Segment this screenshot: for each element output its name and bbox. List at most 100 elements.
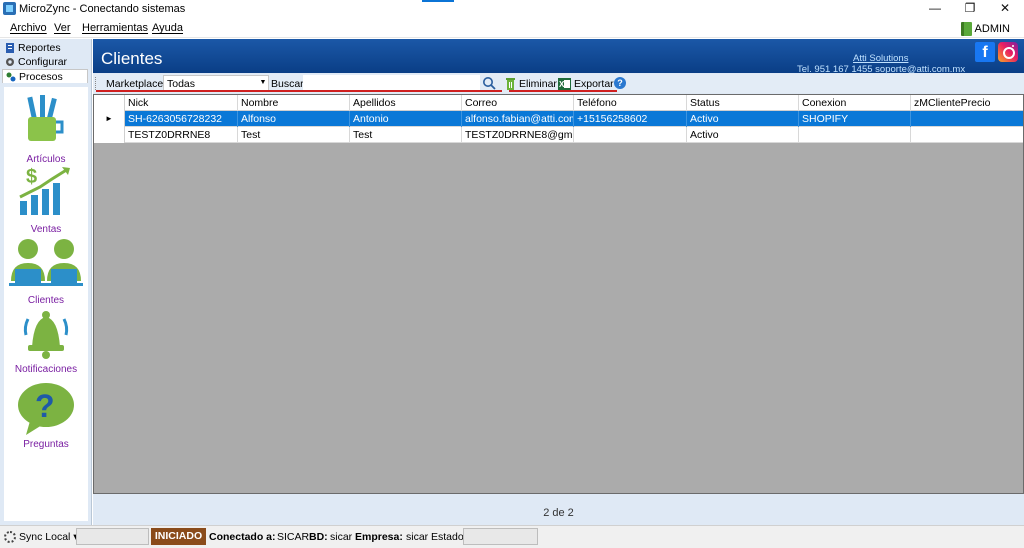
row-selector[interactable]	[94, 127, 125, 143]
column-header-apellidos[interactable]: Apellidos	[350, 95, 462, 111]
tab-reportes[interactable]: Reportes	[2, 41, 88, 55]
cell-nick[interactable]: TESTZ0DRRNE8	[125, 127, 238, 143]
sidebar-tabs: Reportes Configurar Procesos	[2, 41, 88, 83]
cell-telefono[interactable]: +15156258602	[574, 111, 687, 127]
page-title: Clientes	[101, 49, 163, 68]
user-book-icon	[960, 21, 972, 36]
grid-header: Nick Nombre Apellidos Correo Teléfono St…	[94, 95, 1023, 111]
user-menu[interactable]: ADMIN	[960, 20, 1010, 37]
cell-conexion[interactable]	[799, 127, 911, 143]
sidebar: Reportes Configurar Procesos Artículos $…	[0, 39, 92, 525]
clients-grid[interactable]: Nick Nombre Apellidos Correo Teléfono St…	[93, 94, 1024, 494]
sync-progress-box	[76, 528, 149, 545]
gear-icon	[6, 58, 14, 66]
cell-zmclienteprecio[interactable]	[911, 127, 1023, 143]
svg-text:?: ?	[35, 388, 55, 424]
sidebar-item-label: Preguntas	[23, 439, 69, 450]
svg-text:X: X	[559, 80, 565, 89]
sync-spinner-icon	[4, 531, 16, 543]
company-link[interactable]: Atti Solutions	[853, 53, 908, 64]
delete-label: Eliminar	[519, 77, 557, 90]
marketplace-value: Todas	[167, 78, 196, 90]
sidebar-item-preguntas[interactable]: ? Preguntas	[4, 379, 88, 451]
cell-conexion[interactable]: SHOPIFY	[799, 111, 911, 127]
minimize-button[interactable]: —	[918, 0, 952, 18]
cell-nombre[interactable]: Alfonso	[238, 111, 350, 127]
cell-apellidos[interactable]: Test	[350, 127, 462, 143]
table-row[interactable]: TESTZ0DRRNE8 Test Test TESTZ0DRRNE8@gma.…	[94, 127, 1023, 143]
menu-ayuda[interactable]: Ayuda	[152, 22, 183, 34]
menu-ver[interactable]: Ver	[54, 22, 71, 34]
app-icon	[3, 2, 16, 15]
search-input[interactable]	[303, 75, 480, 91]
facebook-icon[interactable]: f	[975, 42, 995, 62]
column-header-nombre[interactable]: Nombre	[238, 95, 350, 111]
column-header-status[interactable]: Status	[687, 95, 799, 111]
sidebar-item-label: Notificaciones	[14, 364, 78, 375]
tab-procesos-label: Procesos	[19, 70, 63, 83]
cell-nombre[interactable]: Test	[238, 127, 350, 143]
column-header-zmclienteprecio[interactable]: zMClientePrecio	[911, 95, 1023, 111]
menu-archivo[interactable]: Archivo	[10, 22, 47, 34]
company-label: Empresa:	[355, 531, 403, 543]
export-label: Exportar	[574, 77, 614, 90]
cell-correo[interactable]: alfonso.fabian@atti.com...	[462, 111, 574, 127]
cell-nick[interactable]: SH-6263056728232	[125, 111, 238, 127]
cell-correo[interactable]: TESTZ0DRRNE8@gma...	[462, 127, 574, 143]
taskbar-hint	[422, 0, 454, 2]
bell-icon	[23, 311, 69, 359]
column-header-correo[interactable]: Correo	[462, 95, 574, 111]
sales-chart-icon: $	[19, 166, 70, 215]
column-header-telefono[interactable]: Teléfono	[574, 95, 687, 111]
sidebar-item-articulos[interactable]: Artículos	[4, 91, 88, 165]
sync-local-dropdown[interactable]: Sync Local ▾	[19, 531, 79, 543]
cell-status[interactable]: Activo	[687, 111, 799, 127]
column-header-nick[interactable]: Nick	[125, 95, 238, 111]
toolbar-grip	[95, 77, 98, 90]
db-label: BD:	[309, 531, 328, 543]
cell-status[interactable]: Activo	[687, 127, 799, 143]
marketplace-label: Marketplace:	[106, 78, 167, 90]
status-badge: INICIADO	[151, 528, 206, 545]
sidebar-item-clientes[interactable]: Clientes	[4, 237, 88, 307]
clients-icon	[9, 239, 83, 286]
export-button[interactable]: X Exportar	[558, 76, 614, 91]
delete-button[interactable]: Eliminar	[505, 76, 557, 91]
reports-icon	[6, 43, 14, 53]
restore-button[interactable]: ❐	[953, 0, 987, 18]
sidebar-item-ventas[interactable]: $ Ventas	[4, 165, 88, 235]
column-header-conexion[interactable]: Conexion	[799, 95, 911, 111]
db-value: sicar	[330, 531, 353, 543]
processes-icon	[6, 72, 16, 82]
tab-reportes-label: Reportes	[18, 42, 61, 54]
menu-herramientas[interactable]: Herramientas	[82, 22, 148, 34]
sidebar-item-label: Ventas	[30, 224, 62, 235]
company-value: sicar	[406, 531, 429, 543]
cell-zmclienteprecio[interactable]	[911, 111, 1023, 127]
question-bubble-icon: ?	[18, 383, 74, 435]
instagram-icon[interactable]	[998, 42, 1018, 62]
help-icon[interactable]: ?	[614, 77, 626, 89]
toolbar: Marketplace: Todas ▼ Buscar: Eliminar X	[93, 74, 1024, 93]
close-button[interactable]: ✕	[988, 0, 1022, 18]
window-title: MicroZync - Conectando sistemas	[19, 3, 186, 15]
search-icon[interactable]	[482, 76, 496, 90]
marketplace-select[interactable]: Todas ▼	[163, 75, 269, 91]
tab-procesos[interactable]: Procesos	[2, 69, 88, 83]
table-row[interactable]: ► SH-6263056728232 Alfonso Antonio alfon…	[94, 111, 1023, 127]
connected-label: Conectado a:	[209, 531, 276, 543]
cell-telefono[interactable]	[574, 127, 687, 143]
chevron-down-icon[interactable]: ▼	[258, 76, 268, 90]
status-bar: Sync Local ▾ INICIADO Conectado a: SICAR…	[0, 525, 1024, 548]
row-selector-arrow[interactable]: ►	[94, 111, 125, 127]
pager-text: 2 de 2	[543, 507, 574, 519]
connected-value: SICAR	[277, 531, 310, 543]
sidebar-item-notificaciones[interactable]: Notificaciones	[4, 307, 88, 379]
pencil-cup-icon	[27, 95, 64, 141]
estado-label: Estado	[431, 531, 464, 543]
cell-apellidos[interactable]: Antonio	[350, 111, 462, 127]
tab-configurar[interactable]: Configurar	[2, 55, 88, 69]
estado-box	[463, 528, 538, 545]
annotation-underline	[509, 90, 617, 92]
row-header-corner	[94, 95, 125, 111]
